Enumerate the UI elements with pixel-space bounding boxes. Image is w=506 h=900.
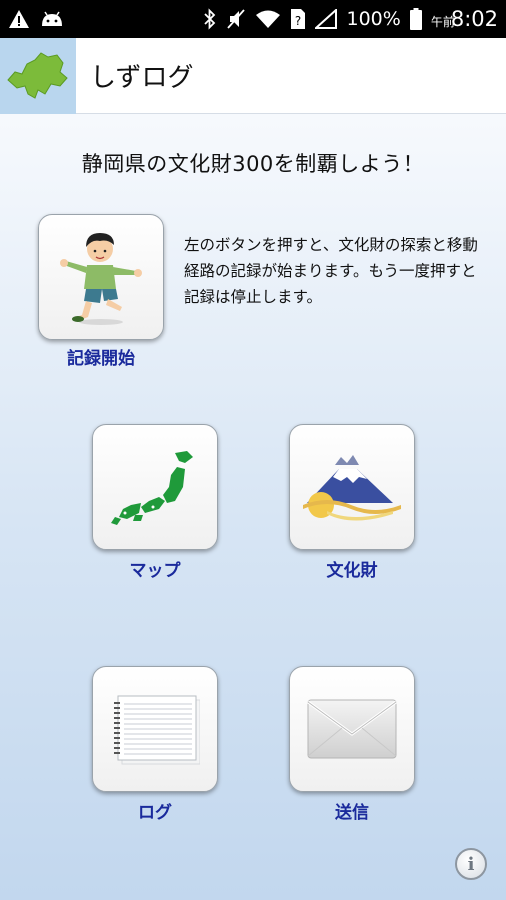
envelope-icon — [307, 699, 397, 759]
clock: 8:02 — [450, 7, 498, 31]
battery-percent: 100% — [346, 8, 401, 30]
app-bar: しずログ — [0, 37, 506, 114]
status-right: ? 100% 午前 8:02 — [203, 7, 498, 31]
headline: 静岡県の文化財300を制覇しよう！ — [81, 152, 425, 176]
info-icon: i — [467, 853, 475, 875]
svg-text:?: ? — [295, 14, 301, 28]
bluetooth-icon — [203, 8, 217, 30]
map-button[interactable] — [92, 424, 218, 550]
mount-fuji-icon — [303, 455, 401, 521]
description-text: 左のボタンを押すと、文化財の探索と移動経路の記録が始まります。もう一度押すと記録… — [184, 236, 478, 306]
map-label: マップ — [129, 561, 181, 581]
mute-icon — [226, 8, 246, 30]
sim-icon: ? — [290, 8, 306, 30]
log-label: ログ — [138, 803, 172, 823]
shizuoka-map-logo-icon — [0, 37, 76, 114]
cultural-assets-button[interactable] — [289, 424, 415, 550]
send-label: 送信 — [335, 803, 369, 823]
japan-map-icon — [111, 451, 193, 525]
battery-icon — [409, 8, 422, 30]
app-title: しずログ — [90, 63, 194, 93]
signal-icon — [315, 9, 338, 29]
log-button[interactable] — [92, 666, 218, 792]
status-bar: ? 100% 午前 8:02 — [0, 0, 506, 38]
boy-running-icon — [60, 233, 142, 325]
android-icon — [40, 11, 64, 27]
notebook-icon — [114, 695, 200, 765]
record-start-label: 記録開始 — [67, 349, 135, 369]
record-start-button[interactable] — [38, 214, 164, 340]
cultural-assets-label: 文化財 — [326, 561, 378, 581]
warning-icon — [8, 9, 30, 29]
wifi-icon — [255, 9, 281, 29]
status-left — [8, 9, 64, 29]
send-button[interactable] — [289, 666, 415, 792]
info-button[interactable]: i — [455, 848, 487, 880]
